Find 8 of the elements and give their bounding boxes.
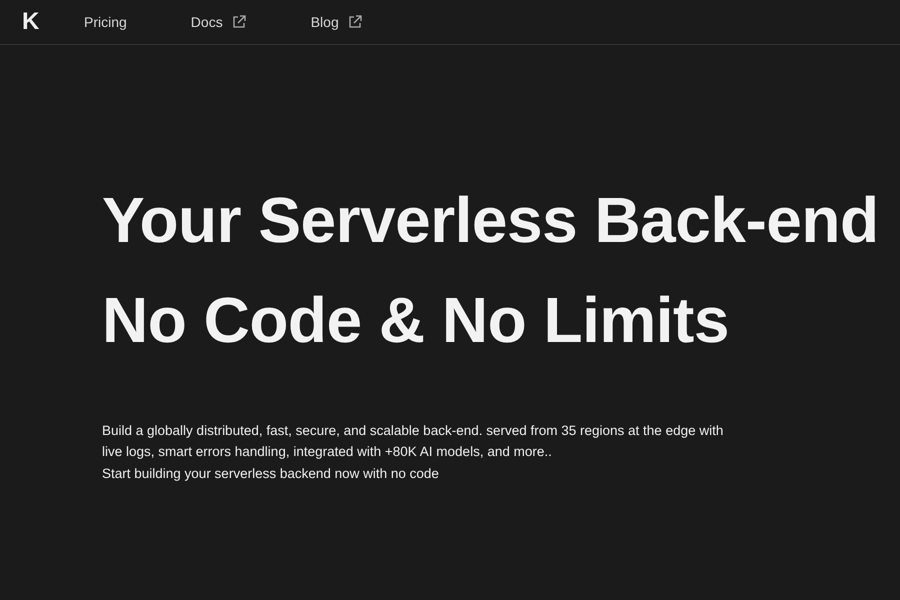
hero-tagline: Start building your serverless backend now with no code bbox=[102, 464, 440, 483]
hero-title: Your Serverless Back-end bbox=[102, 185, 880, 256]
hero-subtitle: No Code & No Limits bbox=[102, 285, 730, 356]
nav-link[interactable]: Pricing bbox=[84, 12, 127, 32]
nav-link[interactable]: Docs bbox=[190, 12, 247, 32]
hero-description: Build a globally distributed, fast, secure, and scalable back-end. served from 35 regions at the edge with live logs, smart errors handling, integrated with +80K AI models, and more.. bbox=[102, 422, 724, 462]
logo[interactable]: K bbox=[22, 10, 48, 34]
nav-link[interactable]: Blog bbox=[310, 12, 363, 32]
